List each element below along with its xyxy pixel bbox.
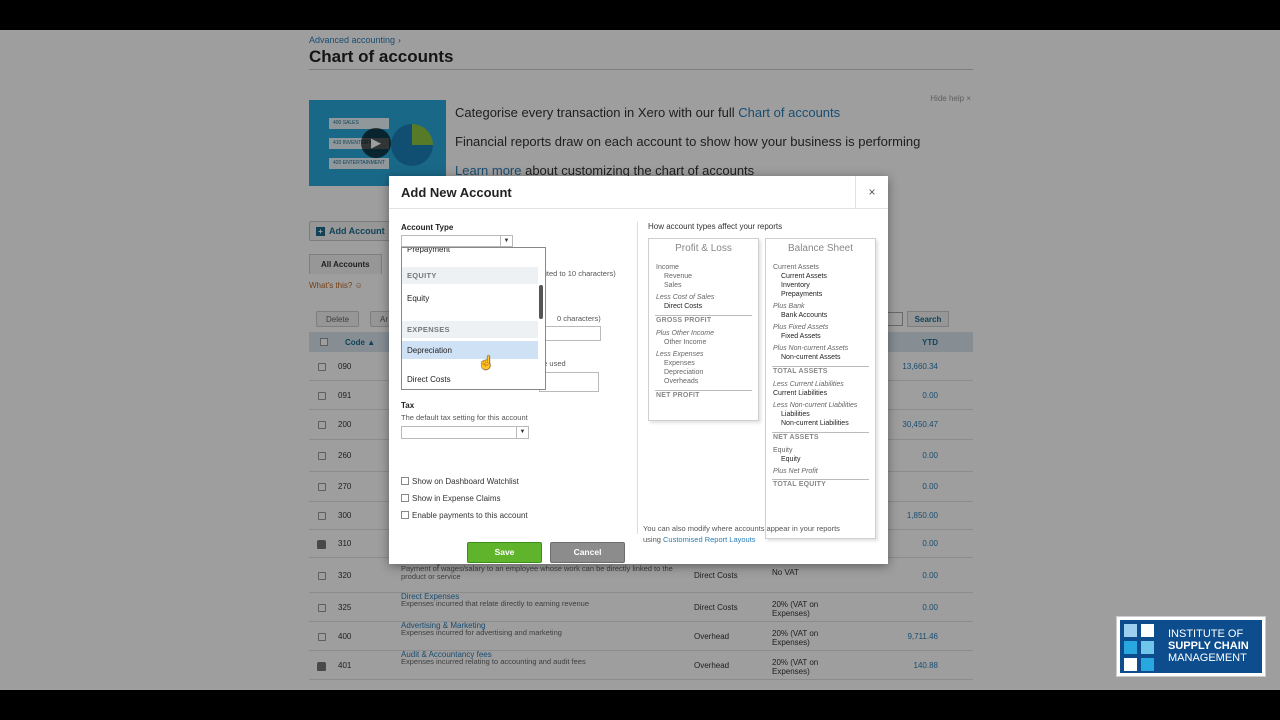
enable-payments-label: Enable payments to this account [412,511,528,520]
report-line: Non-current Assets [781,354,841,361]
expense-claims-checkbox[interactable] [401,494,409,502]
report-line: Other Income [664,339,707,346]
report-line: Depreciation [664,369,704,376]
report-line: Equity [773,447,793,454]
report-line: Direct Costs [664,303,703,310]
video-frame: Advanced accounting › Chart of accounts 4… [0,30,1280,690]
expense-claims-label: Show in Expense Claims [412,494,501,503]
report-line: Less Current Liabilities [773,381,844,388]
report-divider [772,366,869,367]
account-type-dropdown-list[interactable]: Prepayment EQUITY Equity EXPENSES Depreciati… [401,247,546,390]
reports-title: How account types affect your reports [648,222,783,231]
dropdown-option[interactable]: Direct Costs [402,375,538,384]
report-divider [772,479,869,480]
report-divider [655,315,752,316]
description-input[interactable] [539,372,599,392]
profit-loss-title: Profit & Loss [675,243,732,254]
report-line: Current Assets [773,264,819,271]
chevron-down-icon: ▼ [516,427,528,438]
logo-square [1124,624,1137,637]
dropdown-scrollbar[interactable] [539,285,543,319]
dropdown-group-header: EXPENSES [402,321,538,338]
dropdown-option[interactable]: Depreciation [402,341,538,359]
dropdown-option[interactable]: Equity [402,294,538,303]
chevron-down-icon: ▼ [500,236,512,246]
report-divider [772,432,869,433]
tax-select[interactable]: ▼ [401,426,529,439]
report-line: Less Expenses [656,351,704,358]
institute-logo: INSTITUTE OF SUPPLY CHAIN MANAGEMENT [1116,616,1266,677]
report-line: Liabilities [781,411,810,418]
report-line: Sales [664,282,682,289]
balance-sheet-title: Balance Sheet [787,243,854,254]
logo-square [1124,658,1137,671]
add-account-dialog: Add New Account × Account Type ▼ mited t… [389,176,888,564]
report-line: Revenue [664,273,693,280]
report-line: Current Liabilities [773,390,828,397]
code-input[interactable] [539,326,601,341]
section-divider [637,222,638,534]
save-button[interactable]: Save [467,542,542,563]
report-line: NET ASSETS [773,434,819,441]
report-layout-note: You can also modify where accounts appea… [643,524,840,544]
report-line: Less Cost of Sales [656,294,715,301]
tax-label: Tax [401,401,415,410]
report-divider [655,390,752,391]
report-line: Less Non-current Liabilities [773,402,858,409]
report-line: Inventory [781,282,810,289]
balance-sheet-report: Balance Sheet Current Assets Current Asse… [765,238,876,539]
report-line: NET PROFIT [656,392,700,399]
logo-square [1141,641,1154,654]
account-type-select[interactable]: ▼ [401,235,513,247]
report-line: Plus Other Income [656,330,714,337]
customised-report-layouts-link[interactable]: Customised Report Layouts [663,535,756,544]
hand-pointer-icon: ☝ [478,355,495,370]
report-line: Plus Fixed Assets [773,324,829,331]
logo-text: INSTITUTE OF SUPPLY CHAIN MANAGEMENT [1168,628,1249,664]
logo-square [1141,624,1154,637]
report-line: Equity [781,456,801,463]
dropdown-group-header: EQUITY [402,267,538,284]
report-line: Plus Net Profit [773,468,818,475]
report-line: Non-current Liabilities [781,420,849,427]
enable-payments-checkbox[interactable] [401,511,409,519]
close-icon[interactable]: × [855,176,888,209]
report-line: TOTAL ASSETS [773,368,828,375]
dropdown-option[interactable]: Prepayment [402,248,538,254]
dialog-title: Add New Account [401,185,512,200]
report-line: Plus Non-current Assets [773,345,849,352]
report-line: Prepayments [781,291,823,298]
dialog-header: Add New Account × [389,176,888,209]
report-line: Fixed Assets [781,333,821,340]
report-line: GROSS PROFIT [656,317,712,324]
account-type-label: Account Type [401,223,454,232]
code-limit-hint: 0 characters) [557,314,601,323]
logo-background: INSTITUTE OF SUPPLY CHAIN MANAGEMENT [1120,620,1262,673]
dashboard-watchlist-label: Show on Dashboard Watchlist [412,477,519,486]
dashboard-watchlist-checkbox[interactable] [401,477,409,485]
report-line: TOTAL EQUITY [773,481,826,488]
report-line: Income [656,264,679,271]
report-line: Bank Accounts [781,312,828,319]
logo-square [1141,658,1154,671]
report-line: Current Assets [781,273,827,280]
report-line: Plus Bank [773,303,805,310]
cancel-button[interactable]: Cancel [550,542,625,563]
name-limit-hint: mited to 10 characters) [539,269,616,278]
profit-loss-report: Profit & Loss Income Revenue Sales Less Cos… [648,238,759,421]
tax-hint: The default tax setting for this account [401,413,528,422]
logo-square [1124,641,1137,654]
report-line: Expenses [664,360,695,367]
report-line: Overheads [664,378,699,385]
